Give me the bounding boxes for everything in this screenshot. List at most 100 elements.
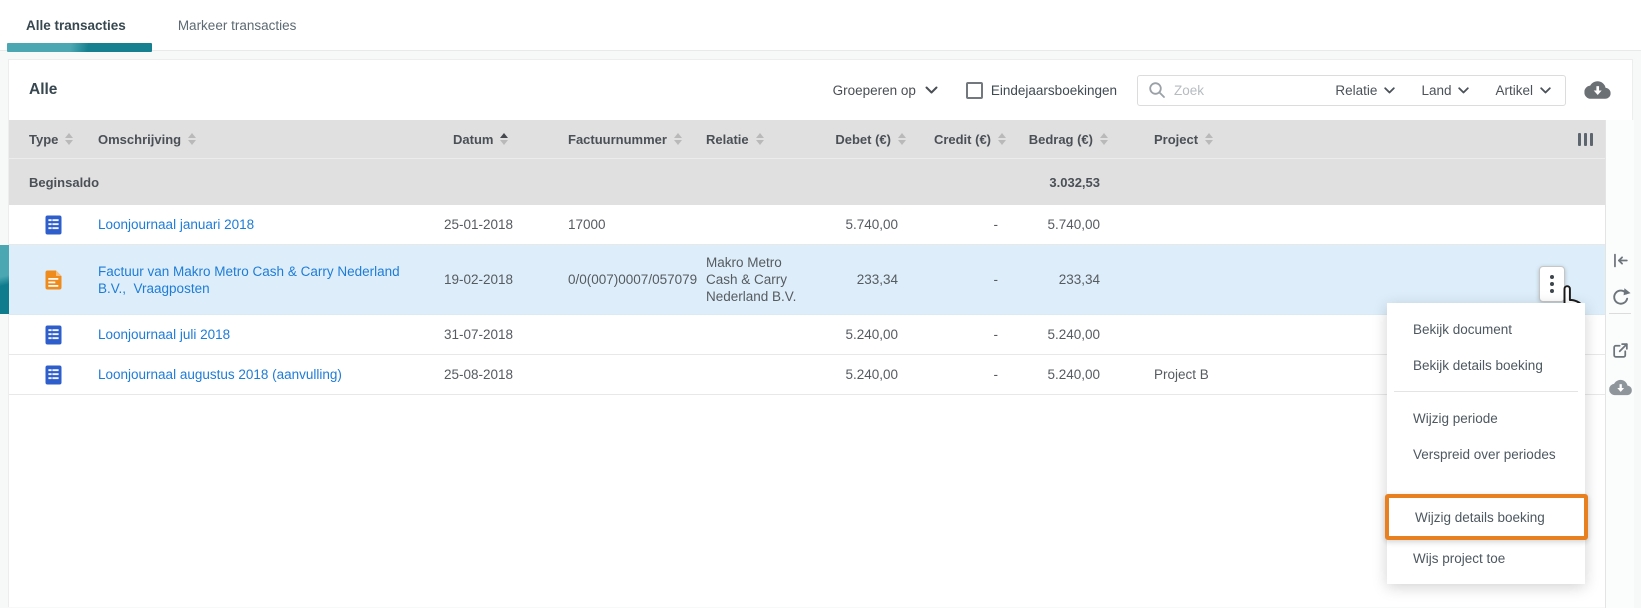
- cell-relatie: [706, 326, 816, 344]
- column-header-bedrag[interactable]: Bedrag (€): [1006, 132, 1108, 147]
- transactions-table: Type Omschrijving Datum Factuurnummer Re…: [0, 120, 1605, 395]
- table-row[interactable]: Loonjournaal juli 2018 31-07-2018 5.240,…: [9, 315, 1605, 355]
- cell-bedrag: 5.240,00: [1047, 327, 1100, 342]
- group-by-label: Groeperen op: [832, 82, 916, 98]
- cell-relatie: Makro Metro Cash & Carry Nederland B.V.: [706, 255, 797, 304]
- column-header-debet[interactable]: Debet (€): [816, 132, 906, 147]
- tab-markeer-transacties[interactable]: Markeer transacties: [152, 0, 323, 50]
- cloud-download-icon: [1584, 79, 1611, 101]
- active-tab-underline: [7, 43, 152, 52]
- column-header-omschrijving[interactable]: Omschrijving: [98, 132, 444, 147]
- redo-arrow-icon: [1612, 287, 1631, 305]
- toolbar: Groeperen op Eindejaarsboekingen Relatie: [833, 74, 1611, 106]
- menu-item-wijzig-periode[interactable]: Wijzig periode: [1387, 400, 1585, 436]
- invoice-document-icon: [45, 270, 62, 290]
- sort-icon: [898, 133, 906, 145]
- menu-item-bekijk-document[interactable]: Bekijk document: [1387, 311, 1585, 347]
- menu-item-bekijk-details-boeking[interactable]: Bekijk details boeking: [1387, 347, 1585, 383]
- chevron-down-icon: [1540, 86, 1551, 93]
- cell-project: [1108, 271, 1605, 289]
- journal-document-icon: [45, 325, 62, 345]
- open-external-button[interactable]: [1608, 338, 1632, 362]
- year-end-bookings-label: Eindejaarsboekingen: [990, 82, 1117, 98]
- redo-button[interactable]: [1608, 284, 1632, 308]
- cell-datum: 31-07-2018: [444, 327, 514, 342]
- filter-artikel-dropdown[interactable]: Artikel: [1495, 83, 1551, 98]
- transaction-link[interactable]: Loonjournaal augustus 2018 (aanvulling): [98, 366, 342, 383]
- menu-item-verspreid-over-periodes[interactable]: Verspreid over periodes: [1387, 436, 1585, 472]
- cell-factuurnummer: [568, 366, 706, 384]
- table-row[interactable]: Loonjournaal januari 2018 25-01-2018 170…: [9, 205, 1605, 245]
- chevron-down-icon: [1384, 86, 1396, 93]
- cell-bedrag: 5.740,00: [1047, 217, 1100, 232]
- cell-bedrag: 5.240,00: [1047, 367, 1100, 382]
- opening-balance-row: Beginsaldo 3.032,53: [9, 158, 1605, 205]
- row-context-menu: Bekijk document Bekijk details boeking W…: [1385, 303, 1588, 584]
- column-header-datum[interactable]: Datum: [444, 132, 568, 147]
- transaction-link[interactable]: Loonjournaal januari 2018: [98, 216, 254, 233]
- sort-icon: [998, 133, 1006, 145]
- export-download-button[interactable]: [1583, 79, 1611, 101]
- journal-document-icon: [45, 365, 62, 385]
- column-header-credit[interactable]: Credit (€): [906, 132, 1006, 147]
- journal-document-icon: [45, 215, 62, 235]
- year-end-bookings-toggle: Eindejaarsboekingen: [965, 81, 1117, 99]
- active-row-accent-bar: [0, 245, 9, 314]
- search-icon: [1149, 82, 1165, 98]
- highlighted-menu-item-frame: Wijzig details boeking: [1385, 494, 1588, 540]
- column-header-type[interactable]: Type: [9, 132, 98, 147]
- column-settings-icon[interactable]: [1578, 133, 1593, 146]
- cell-credit: -: [993, 327, 999, 342]
- chevron-down-icon: [925, 86, 938, 94]
- cell-datum: 25-01-2018: [444, 217, 514, 232]
- table-row[interactable]: Factuur van Makro Metro Cash & Carry Ned…: [0, 245, 1605, 321]
- external-link-icon: [1612, 342, 1628, 358]
- table-body: Loonjournaal januari 2018 25-01-2018 170…: [0, 205, 1605, 395]
- search-input[interactable]: [1174, 82, 1310, 98]
- page-title: Alle: [29, 81, 58, 98]
- cell-credit: -: [993, 272, 999, 287]
- panel-header: Alle Groeperen op Eindejaarsboekingen Zo…: [9, 60, 1632, 120]
- sort-icon: [1205, 133, 1214, 145]
- chevron-down-icon: [1458, 86, 1470, 93]
- filter-relatie-dropdown[interactable]: Relatie: [1335, 83, 1396, 98]
- filter-land-dropdown[interactable]: Land: [1421, 83, 1470, 98]
- table-row[interactable]: Loonjournaal augustus 2018 (aanvulling) …: [9, 355, 1605, 395]
- sort-icon: [1100, 133, 1108, 145]
- sort-asc-icon: [500, 133, 509, 145]
- cell-factuurnummer: 17000: [568, 217, 606, 232]
- search-bar: Relatie Land Artikel: [1137, 74, 1566, 106]
- transaction-link[interactable]: Loonjournaal juli 2018: [98, 326, 230, 343]
- cell-factuurnummer: [568, 326, 706, 344]
- menu-divider: [1394, 391, 1578, 392]
- cloud-download-icon: [1609, 378, 1632, 397]
- sort-icon: [65, 133, 74, 145]
- column-header-project[interactable]: Project: [1108, 132, 1605, 147]
- cell-debet: 5.240,00: [845, 367, 898, 382]
- cell-datum: 19-02-2018: [444, 272, 514, 287]
- column-header-relatie[interactable]: Relatie: [706, 132, 816, 147]
- strip-divider: [1609, 313, 1631, 314]
- cell-factuurnummer: 0/0(007)0007/057079: [568, 272, 698, 287]
- download-button[interactable]: [1608, 375, 1632, 399]
- cell-relatie: [706, 216, 816, 234]
- menu-item-wijs-project-toe[interactable]: Wijs project toe: [1387, 540, 1585, 576]
- cell-debet: 5.240,00: [845, 327, 898, 342]
- cell-datum: 25-08-2018: [444, 367, 514, 382]
- tab-bar: Alle transacties Markeer transacties: [0, 0, 1641, 52]
- opening-balance-label: Beginsaldo: [29, 174, 100, 190]
- collapse-panel-button[interactable]: [1608, 248, 1632, 272]
- sort-icon: [755, 133, 764, 145]
- cell-credit: -: [993, 217, 999, 232]
- cell-debet: 233,34: [856, 272, 898, 287]
- year-end-bookings-checkbox[interactable]: [965, 81, 983, 99]
- collapse-left-icon: [1613, 253, 1628, 267]
- group-by-dropdown[interactable]: Groeperen op: [833, 83, 938, 98]
- menu-item-wijzig-details-boeking[interactable]: Wijzig details boeking: [1389, 498, 1584, 536]
- right-icon-strip: [1605, 120, 1634, 608]
- transaction-link[interactable]: Factuur van Makro Metro Cash & Carry Ned…: [98, 263, 428, 297]
- column-header-factuurnummer[interactable]: Factuurnummer: [568, 132, 706, 147]
- sort-icon: [188, 133, 197, 145]
- cell-bedrag: 233,34: [1058, 272, 1100, 287]
- cell-credit: -: [993, 367, 999, 382]
